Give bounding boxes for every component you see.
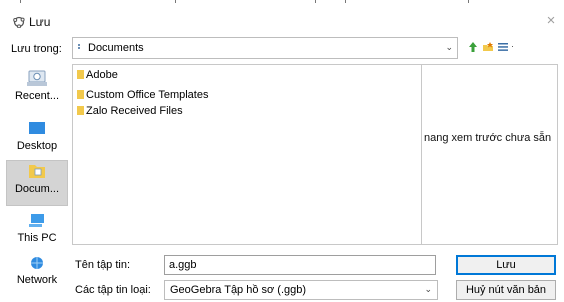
title-bar: Lưu × [0,4,564,34]
look-in-dropdown[interactable]: Documents ⌄ [72,37,458,59]
edge-tick [468,0,469,3]
list-item[interactable]: Adobe [77,69,118,83]
place-recent[interactable]: Recent... [6,70,68,116]
network-icon [31,257,43,269]
edge-tick [345,0,346,3]
filename-input[interactable] [164,255,436,275]
file-name: Custom Office Templates [86,89,209,101]
places-sidebar: Recent... Desktop Docum... This PC Netwo… [6,64,69,302]
view-menu-icon[interactable] [497,41,509,53]
file-name: Adobe [86,69,118,81]
recent-icon [27,70,47,86]
chevron-down-icon: ⌄ [445,42,453,52]
preview-message: nang xem trước chưa sẵn [424,132,552,144]
chevron-down-icon: ⌄ [424,284,432,294]
place-label: Recent... [14,90,60,102]
documents-icon [29,165,45,178]
file-name: Zalo Received Files [86,105,183,117]
list-item[interactable]: Zalo Received Files [77,105,183,119]
place-label: This PC [17,232,57,244]
edge-tick [20,0,21,3]
folder-icon [77,70,84,79]
filetype-dropdown[interactable]: GeoGebra Tập hồ sơ (.ggb) ⌄ [164,280,438,300]
save-button[interactable]: Lưu [456,255,556,275]
edge-tick [175,0,176,3]
place-label: Docum... [14,183,59,195]
place-documents[interactable]: Docum... [6,160,68,206]
preview-pane: nang xem trước chưa sẵn [422,64,558,245]
folder-icon [77,106,84,115]
look-in-label: Lưu trong: [11,43,62,55]
view-menu-caret: · [511,41,514,51]
folder-icon [77,90,84,99]
this-pc-icon [29,214,44,227]
edge-tick [315,0,316,3]
folder-mini-icon [78,44,80,49]
navigation-toolbar: · [465,41,525,55]
app-icon [13,16,25,28]
window-title: Lưu [29,15,51,29]
look-in-value: Documents [88,42,144,54]
close-icon: × [546,12,556,29]
list-item[interactable]: Custom Office Templates [77,89,208,103]
place-label: Network [16,274,58,286]
place-network[interactable]: Network [6,254,68,294]
file-list[interactable]: Adobe Custom Office Templates Zalo Recei… [72,64,422,245]
place-label: Desktop [16,140,58,152]
desktop-icon [29,122,45,134]
close-button[interactable]: × [543,13,559,29]
cancel-button[interactable]: Huỷ nút văn bản [456,280,556,300]
up-one-level-icon[interactable] [467,41,479,53]
place-this-pc[interactable]: This PC [6,212,68,252]
filetype-label: Các tập tin loại: [75,284,151,296]
filetype-value: GeoGebra Tập hồ sơ (.ggb) [170,284,307,296]
place-desktop[interactable]: Desktop [6,120,68,164]
filename-label: Tên tập tin: [75,259,131,271]
new-folder-icon[interactable] [482,41,494,53]
